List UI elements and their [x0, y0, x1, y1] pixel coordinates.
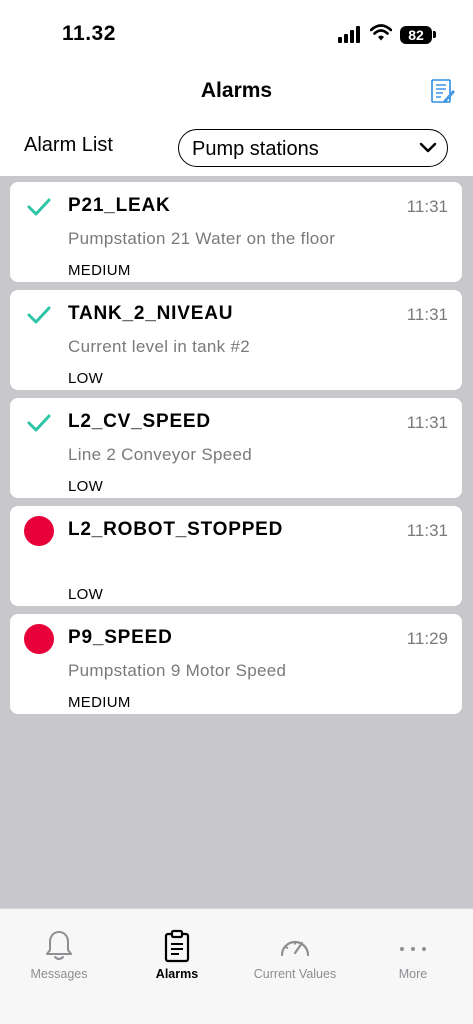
chevron-down-icon — [419, 142, 437, 153]
battery-nub — [433, 31, 436, 38]
cellular-signal-icon — [338, 26, 360, 43]
alarm-card[interactable]: TANK_2_NIVEAU 11:31 Current level in tan… — [10, 290, 462, 390]
tab-label: Current Values — [253, 967, 337, 981]
alarm-description: Pumpstation 21 Water on the floor — [68, 229, 336, 248]
checkmark-icon — [27, 414, 51, 432]
checkmark-icon — [27, 306, 51, 324]
alarm-card[interactable]: L2_CV_SPEED 11:31 Line 2 Conveyor Speed … — [10, 398, 462, 498]
tab-messages[interactable]: Messages — [0, 909, 118, 989]
tab-label: More — [398, 967, 428, 981]
active-alarm-dot-icon — [24, 516, 54, 546]
alarm-priority: MEDIUM — [68, 694, 131, 711]
alarm-list-label: Alarm List — [24, 134, 113, 156]
alarm-card[interactable]: P9_SPEED 11:29 Pumpstation 9 Motor Speed… — [10, 614, 462, 714]
wifi-icon — [370, 24, 392, 41]
alarm-time: 11:31 — [406, 305, 448, 324]
alarm-time: 11:31 — [406, 521, 448, 540]
gauge-icon — [280, 940, 310, 957]
alarm-time: 11:29 — [406, 629, 448, 648]
tab-more[interactable]: More — [354, 909, 472, 989]
alarm-description: Current level in tank #2 — [68, 337, 251, 356]
status-time: 11.32 — [62, 22, 116, 45]
tab-label: Messages — [30, 967, 88, 981]
alarm-name: P9_SPEED — [68, 627, 173, 648]
more-dots-icon — [400, 947, 426, 951]
bell-icon — [46, 931, 72, 960]
tab-label: Alarms — [155, 967, 199, 981]
alarm-card[interactable]: L2_ROBOT_STOPPED 11:31 LOW — [10, 506, 462, 606]
alarm-name: L2_CV_SPEED — [68, 411, 211, 432]
alarm-name: L2_ROBOT_STOPPED — [68, 519, 284, 540]
alarm-priority: MEDIUM — [68, 262, 131, 279]
alarm-list[interactable]: P21_LEAK 11:31 Pumpstation 21 Water on t… — [0, 176, 473, 908]
alarm-name: TANK_2_NIVEAU — [68, 303, 234, 324]
alarm-priority: LOW — [68, 586, 104, 603]
battery-indicator: 82 — [400, 26, 432, 44]
alarm-name: P21_LEAK — [68, 195, 171, 216]
page-title: Alarms — [200, 79, 273, 102]
tab-current-values[interactable]: Current Values — [236, 909, 354, 989]
alarm-description: Pumpstation 9 Motor Speed — [68, 661, 287, 680]
dropdown-selected-value: Pump stations — [192, 138, 319, 160]
report-list-icon[interactable] — [428, 77, 456, 105]
checkmark-icon — [27, 198, 51, 216]
alarm-description: Line 2 Conveyor Speed — [68, 445, 252, 464]
alarm-card[interactable]: P21_LEAK 11:31 Pumpstation 21 Water on t… — [10, 182, 462, 282]
alarm-time: 11:31 — [406, 197, 448, 216]
alarm-priority: LOW — [68, 478, 104, 495]
alarm-list-dropdown[interactable]: Pump stations — [178, 129, 448, 167]
alarm-priority: LOW — [68, 370, 104, 387]
tab-bar: Messages Alarms Current Values More — [0, 908, 473, 1024]
alarm-time: 11:31 — [406, 413, 448, 432]
status-bar: 11.32 82 — [0, 0, 473, 62]
tab-alarms[interactable]: Alarms — [118, 909, 236, 989]
active-alarm-dot-icon — [24, 624, 54, 654]
clipboard-icon — [164, 929, 190, 963]
